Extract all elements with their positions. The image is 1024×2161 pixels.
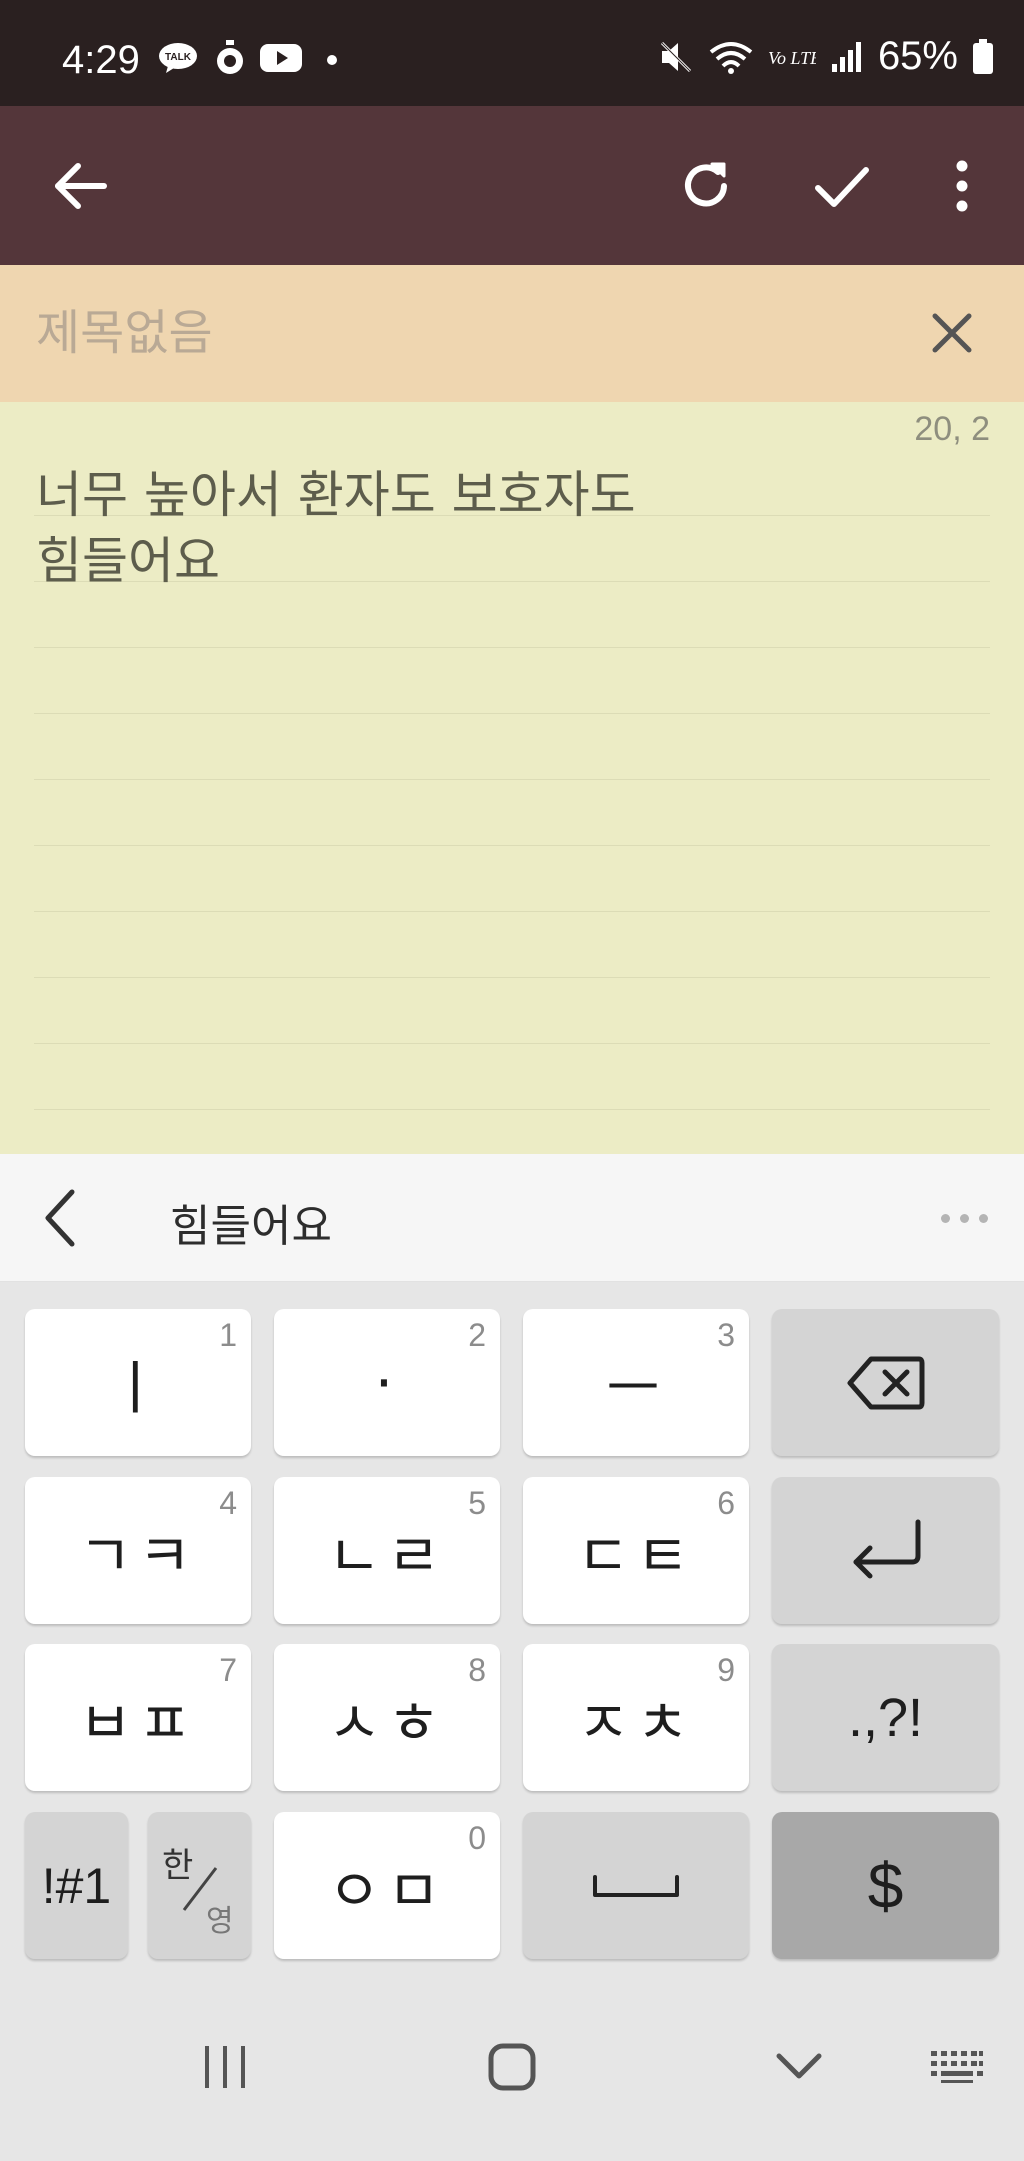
key-0[interactable]: 0 ㅇㅁ [274, 1812, 500, 1959]
note-text[interactable]: 너무 높아서 환자도 보호자도 힘들어요 [36, 462, 964, 594]
alarm-icon [217, 40, 243, 74]
space-key[interactable] [523, 1812, 749, 1959]
refresh-icon [685, 162, 727, 207]
currency-key[interactable]: $ [772, 1812, 999, 1959]
battery-icon [973, 38, 993, 74]
svg-text:TALK: TALK [165, 52, 192, 63]
space-bar-icon [593, 1874, 679, 1897]
title-row [0, 265, 1024, 402]
hide-keyboard-button[interactable] [754, 2022, 844, 2112]
kebab-menu-icon [956, 160, 968, 212]
dot-icon [941, 1214, 950, 1223]
keyboard-icon [931, 2051, 983, 2083]
symbols-key[interactable]: !#1 [25, 1812, 128, 1959]
enter-key[interactable] [772, 1477, 999, 1624]
suggestion-word[interactable]: 힘들어요 [170, 1190, 332, 1254]
suggestion-back-button[interactable] [38, 1188, 84, 1248]
enter-icon [853, 1519, 920, 1578]
key-5[interactable]: 5 ㄴㄹ [274, 1477, 500, 1624]
backspace-key[interactable] [772, 1309, 999, 1456]
close-icon [932, 313, 972, 353]
kakaotalk-icon: TALK [159, 43, 197, 73]
youtube-icon [260, 44, 302, 72]
notification-dot-icon [327, 55, 337, 65]
key-6[interactable]: 6 ㄷㅌ [523, 1477, 749, 1624]
svg-text:Vo LTE: Vo LTE [768, 48, 816, 68]
suggestion-more-button[interactable] [941, 1214, 988, 1223]
keyboard-switch-button[interactable] [912, 2022, 1002, 2112]
mute-icon [660, 41, 691, 72]
chevron-down-icon [776, 2053, 822, 2079]
cursor-position: 20, 2 [914, 410, 990, 448]
home-button[interactable] [467, 2022, 557, 2112]
status-bar: 4:29 TALK Vo LTE 65% [0, 0, 1024, 106]
dot-icon [979, 1214, 988, 1223]
title-input[interactable] [36, 301, 896, 365]
home-icon [488, 2043, 536, 2091]
recent-apps-icon [205, 2046, 245, 2088]
punctuation-key[interactable]: .,?! [772, 1644, 999, 1791]
save-button[interactable] [802, 146, 882, 226]
suggestion-bar: 힘들어요 [0, 1154, 1024, 1282]
status-right: Vo LTE 65% [658, 34, 994, 79]
arrow-left-icon [55, 163, 107, 209]
keyboard: 1 ㅣ 2 · 3 ㅡ 4 ㄱㅋ 5 ㄴㄹ 6 ㄷㅌ 7 ㅂㅍ 8 ㅅㅎ 9 ㅈ… [0, 1282, 1024, 1972]
more-options-button[interactable] [922, 146, 1002, 226]
key-8[interactable]: 8 ㅅㅎ [274, 1644, 500, 1791]
language-switch-key[interactable]: 한 영 [148, 1812, 251, 1959]
dot-icon [960, 1214, 969, 1223]
signal-icon [831, 41, 861, 72]
volte-icon: Vo LTE [768, 48, 816, 68]
key-1[interactable]: 1 ㅣ [25, 1309, 251, 1456]
status-time: 4:29 [62, 38, 140, 82]
note-editor[interactable]: 20, 2 너무 높아서 환자도 보호자도 힘들어요 [0, 402, 1024, 1154]
key-4[interactable]: 4 ㄱㅋ [25, 1477, 251, 1624]
key-3[interactable]: 3 ㅡ [523, 1309, 749, 1456]
key-9[interactable]: 9 ㅈㅊ [523, 1644, 749, 1791]
clear-title-button[interactable] [920, 301, 984, 365]
key-7[interactable]: 7 ㅂㅍ [25, 1644, 251, 1791]
revert-button[interactable] [666, 146, 746, 226]
backspace-icon [847, 1356, 924, 1409]
battery-percent: 65% [877, 34, 958, 78]
chevron-left-icon [45, 1189, 75, 1247]
navigation-bar [0, 1972, 1024, 2161]
app-bar [0, 106, 1024, 265]
key-2[interactable]: 2 · [274, 1309, 500, 1456]
checkmark-icon [815, 167, 869, 207]
wifi-icon [709, 41, 753, 74]
back-button[interactable] [40, 146, 120, 226]
recent-apps-button[interactable] [180, 2022, 270, 2112]
